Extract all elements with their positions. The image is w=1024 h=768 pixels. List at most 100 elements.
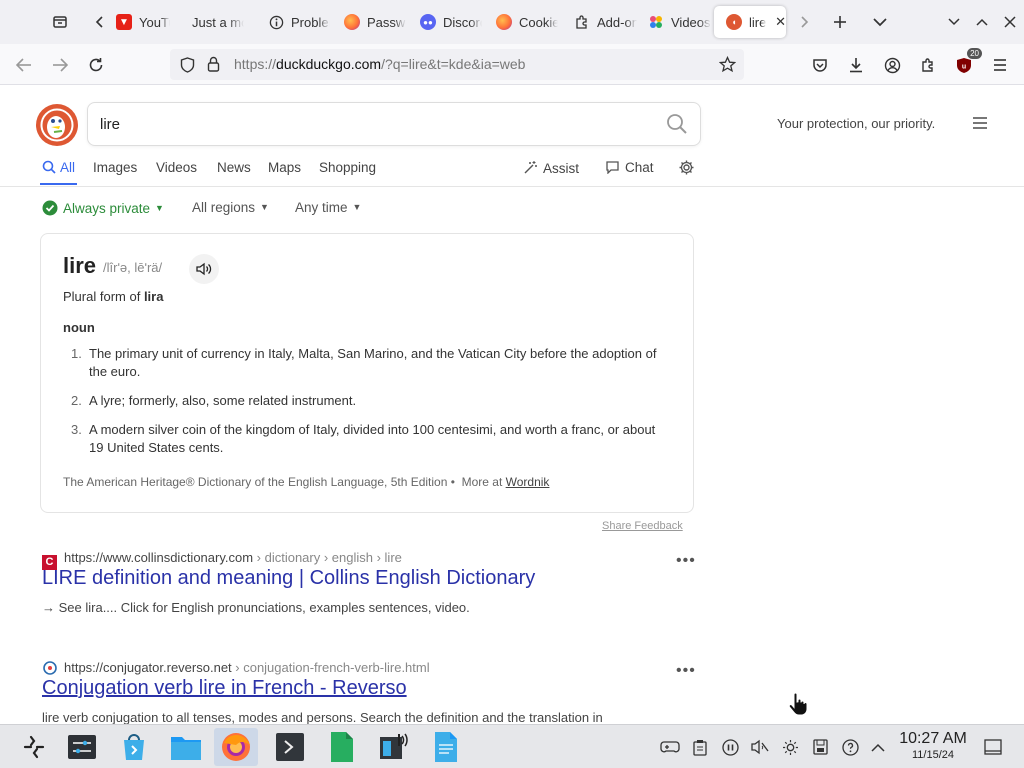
search-input[interactable]: lire	[87, 102, 701, 146]
duckduckgo-logo[interactable]	[36, 104, 78, 146]
dictionary-word: lire	[63, 253, 97, 278]
search-query-text[interactable]: lire	[100, 116, 120, 133]
help-icon[interactable]	[840, 737, 860, 757]
pronunciation: /lîrʹə, lēʹrä/	[103, 260, 163, 275]
search-tabs: All Images Videos News Maps Shopping Ass…	[0, 156, 1024, 187]
lock-icon[interactable]	[207, 56, 220, 77]
plural-form: Plural form of lira	[63, 289, 163, 304]
tab-videos[interactable]: Videos	[156, 160, 197, 175]
scroll-tabs-right-icon[interactable]	[790, 8, 818, 36]
result-url[interactable]: https://conjugator.reverso.net › conjuga…	[42, 660, 430, 676]
downloads-icon[interactable]	[842, 51, 870, 79]
application-launcher-icon[interactable]	[12, 728, 56, 766]
show-hidden-icons-icon[interactable]	[868, 737, 888, 757]
region-filter[interactable]: All regions ▼	[192, 200, 269, 215]
digital-clock[interactable]: 10:27 AM 11/15/24	[890, 730, 976, 762]
storage-device-icon[interactable]	[810, 737, 830, 757]
window-maximize-icon[interactable]	[968, 8, 996, 36]
more-options-icon[interactable]: •••	[676, 662, 696, 680]
tab-youtube[interactable]: ▼ YouTube	[104, 6, 170, 38]
tab-password[interactable]: Password	[332, 6, 406, 38]
result-title-link[interactable]: LIRE definition and meaning | Collins En…	[42, 567, 535, 590]
assist-label: Assist	[543, 161, 580, 176]
url-path: /?q=lire&t=kde&ia=web	[381, 56, 526, 72]
shapes-icon	[648, 14, 664, 30]
spreadsheet-app-icon[interactable]	[320, 728, 364, 766]
wordnik-link[interactable]: Wordnik	[506, 475, 550, 489]
volume-muted-icon[interactable]	[750, 737, 770, 757]
part-of-speech: noun	[63, 320, 95, 335]
bookmark-star-icon[interactable]	[718, 55, 737, 78]
plural-prefix: Plural form of	[63, 289, 141, 304]
settings-gear-icon[interactable]	[678, 159, 695, 179]
discover-store-icon[interactable]	[112, 728, 156, 766]
tab-problems[interactable]: Problems	[256, 6, 330, 38]
forward-button[interactable]	[46, 51, 74, 79]
firefox-taskbar-icon[interactable]	[214, 728, 258, 766]
tab-images[interactable]: Images	[93, 160, 137, 175]
tab-all[interactable]: All	[39, 160, 78, 185]
account-icon[interactable]	[878, 51, 906, 79]
result-title-link[interactable]: Conjugation verb lire in French - Revers…	[42, 677, 407, 700]
assist-button[interactable]: Assist	[523, 160, 579, 176]
text-document-icon[interactable]	[424, 728, 468, 766]
pocket-icon[interactable]	[806, 51, 834, 79]
show-desktop-icon[interactable]	[982, 737, 1004, 757]
chat-button[interactable]: Chat	[605, 160, 654, 175]
time-filter[interactable]: Any time ▼	[295, 200, 361, 215]
more-options-icon[interactable]: •••	[676, 552, 696, 570]
media-player-icon[interactable]	[372, 728, 416, 766]
back-button[interactable]	[10, 51, 38, 79]
system-settings-icon[interactable]	[60, 728, 104, 766]
tab-cookies[interactable]: Cookies	[484, 6, 558, 38]
game-controller-icon[interactable]	[660, 737, 680, 757]
search-icon[interactable]	[666, 113, 688, 140]
tab-maps[interactable]: Maps	[268, 160, 301, 175]
share-feedback-link[interactable]: Share Feedback	[602, 520, 683, 532]
clock-date: 11/15/24	[911, 749, 954, 761]
source-text: The American Heritage® Dictionary of the…	[63, 475, 455, 489]
extensions-icon[interactable]	[914, 51, 942, 79]
reload-button[interactable]	[82, 51, 110, 79]
more-at-text: More at	[461, 475, 503, 489]
browser-nav-bar: https://duckduckgo.com/?q=lire&t=kde&ia=…	[0, 44, 1024, 85]
app-menu-icon[interactable]	[986, 51, 1014, 79]
close-tab-icon[interactable]: ✕	[775, 14, 786, 30]
tab-title: Just a moment	[192, 14, 244, 30]
tab-discord[interactable]: ●● Discord	[408, 6, 482, 38]
clipboard-icon[interactable]	[690, 737, 710, 757]
url-text[interactable]: https://duckduckgo.com/?q=lire&t=kde&ia=…	[234, 56, 525, 72]
page-content: lire Your protection, our priority. All …	[0, 86, 1024, 724]
tagline[interactable]: Your protection, our priority.	[777, 116, 935, 131]
media-pause-icon[interactable]	[720, 737, 740, 757]
tab-title: Videos	[671, 14, 711, 30]
tab-news[interactable]: News	[217, 160, 251, 175]
puzzle-icon	[574, 14, 590, 30]
tracking-shield-icon[interactable]	[180, 57, 195, 78]
tab-shopping[interactable]: Shopping	[319, 160, 376, 175]
terminal-icon[interactable]	[268, 728, 312, 766]
brightness-icon[interactable]	[780, 737, 800, 757]
file-manager-icon[interactable]	[164, 728, 208, 766]
tab-lire-active[interactable]: ◖ lire ✕	[714, 6, 786, 38]
tab-add-ons[interactable]: Add-ons	[562, 6, 638, 38]
tab-just-a-moment[interactable]: Just a moment	[180, 6, 256, 38]
definition-text: The primary unit of currency in Italy, M…	[89, 346, 657, 379]
ublock-origin-icon[interactable]: u 20	[950, 48, 982, 79]
list-all-tabs-icon[interactable]	[866, 8, 894, 36]
definition-text: A lyre; formerly, also, some related ins…	[89, 393, 357, 408]
speaker-icon[interactable]	[189, 254, 219, 284]
tab-title: Problems	[291, 14, 330, 30]
menu-icon[interactable]	[972, 114, 988, 135]
tab-videos[interactable]: Videos	[636, 6, 712, 38]
new-tab-icon[interactable]	[826, 8, 854, 36]
duckduckgo-icon: ◖	[726, 14, 742, 30]
window-close-icon[interactable]	[996, 8, 1024, 36]
privacy-filter[interactable]: Always private ▼	[42, 200, 164, 216]
result-snippet: → See lira.... Click for English pronunc…	[42, 600, 470, 615]
address-bar[interactable]: https://duckduckgo.com/?q=lire&t=kde&ia=…	[170, 49, 744, 80]
tab-title: Add-ons	[597, 14, 637, 30]
discord-icon: ●●	[420, 14, 436, 30]
window-minimize-icon[interactable]	[940, 8, 968, 36]
tab-overview-icon[interactable]	[46, 8, 74, 36]
